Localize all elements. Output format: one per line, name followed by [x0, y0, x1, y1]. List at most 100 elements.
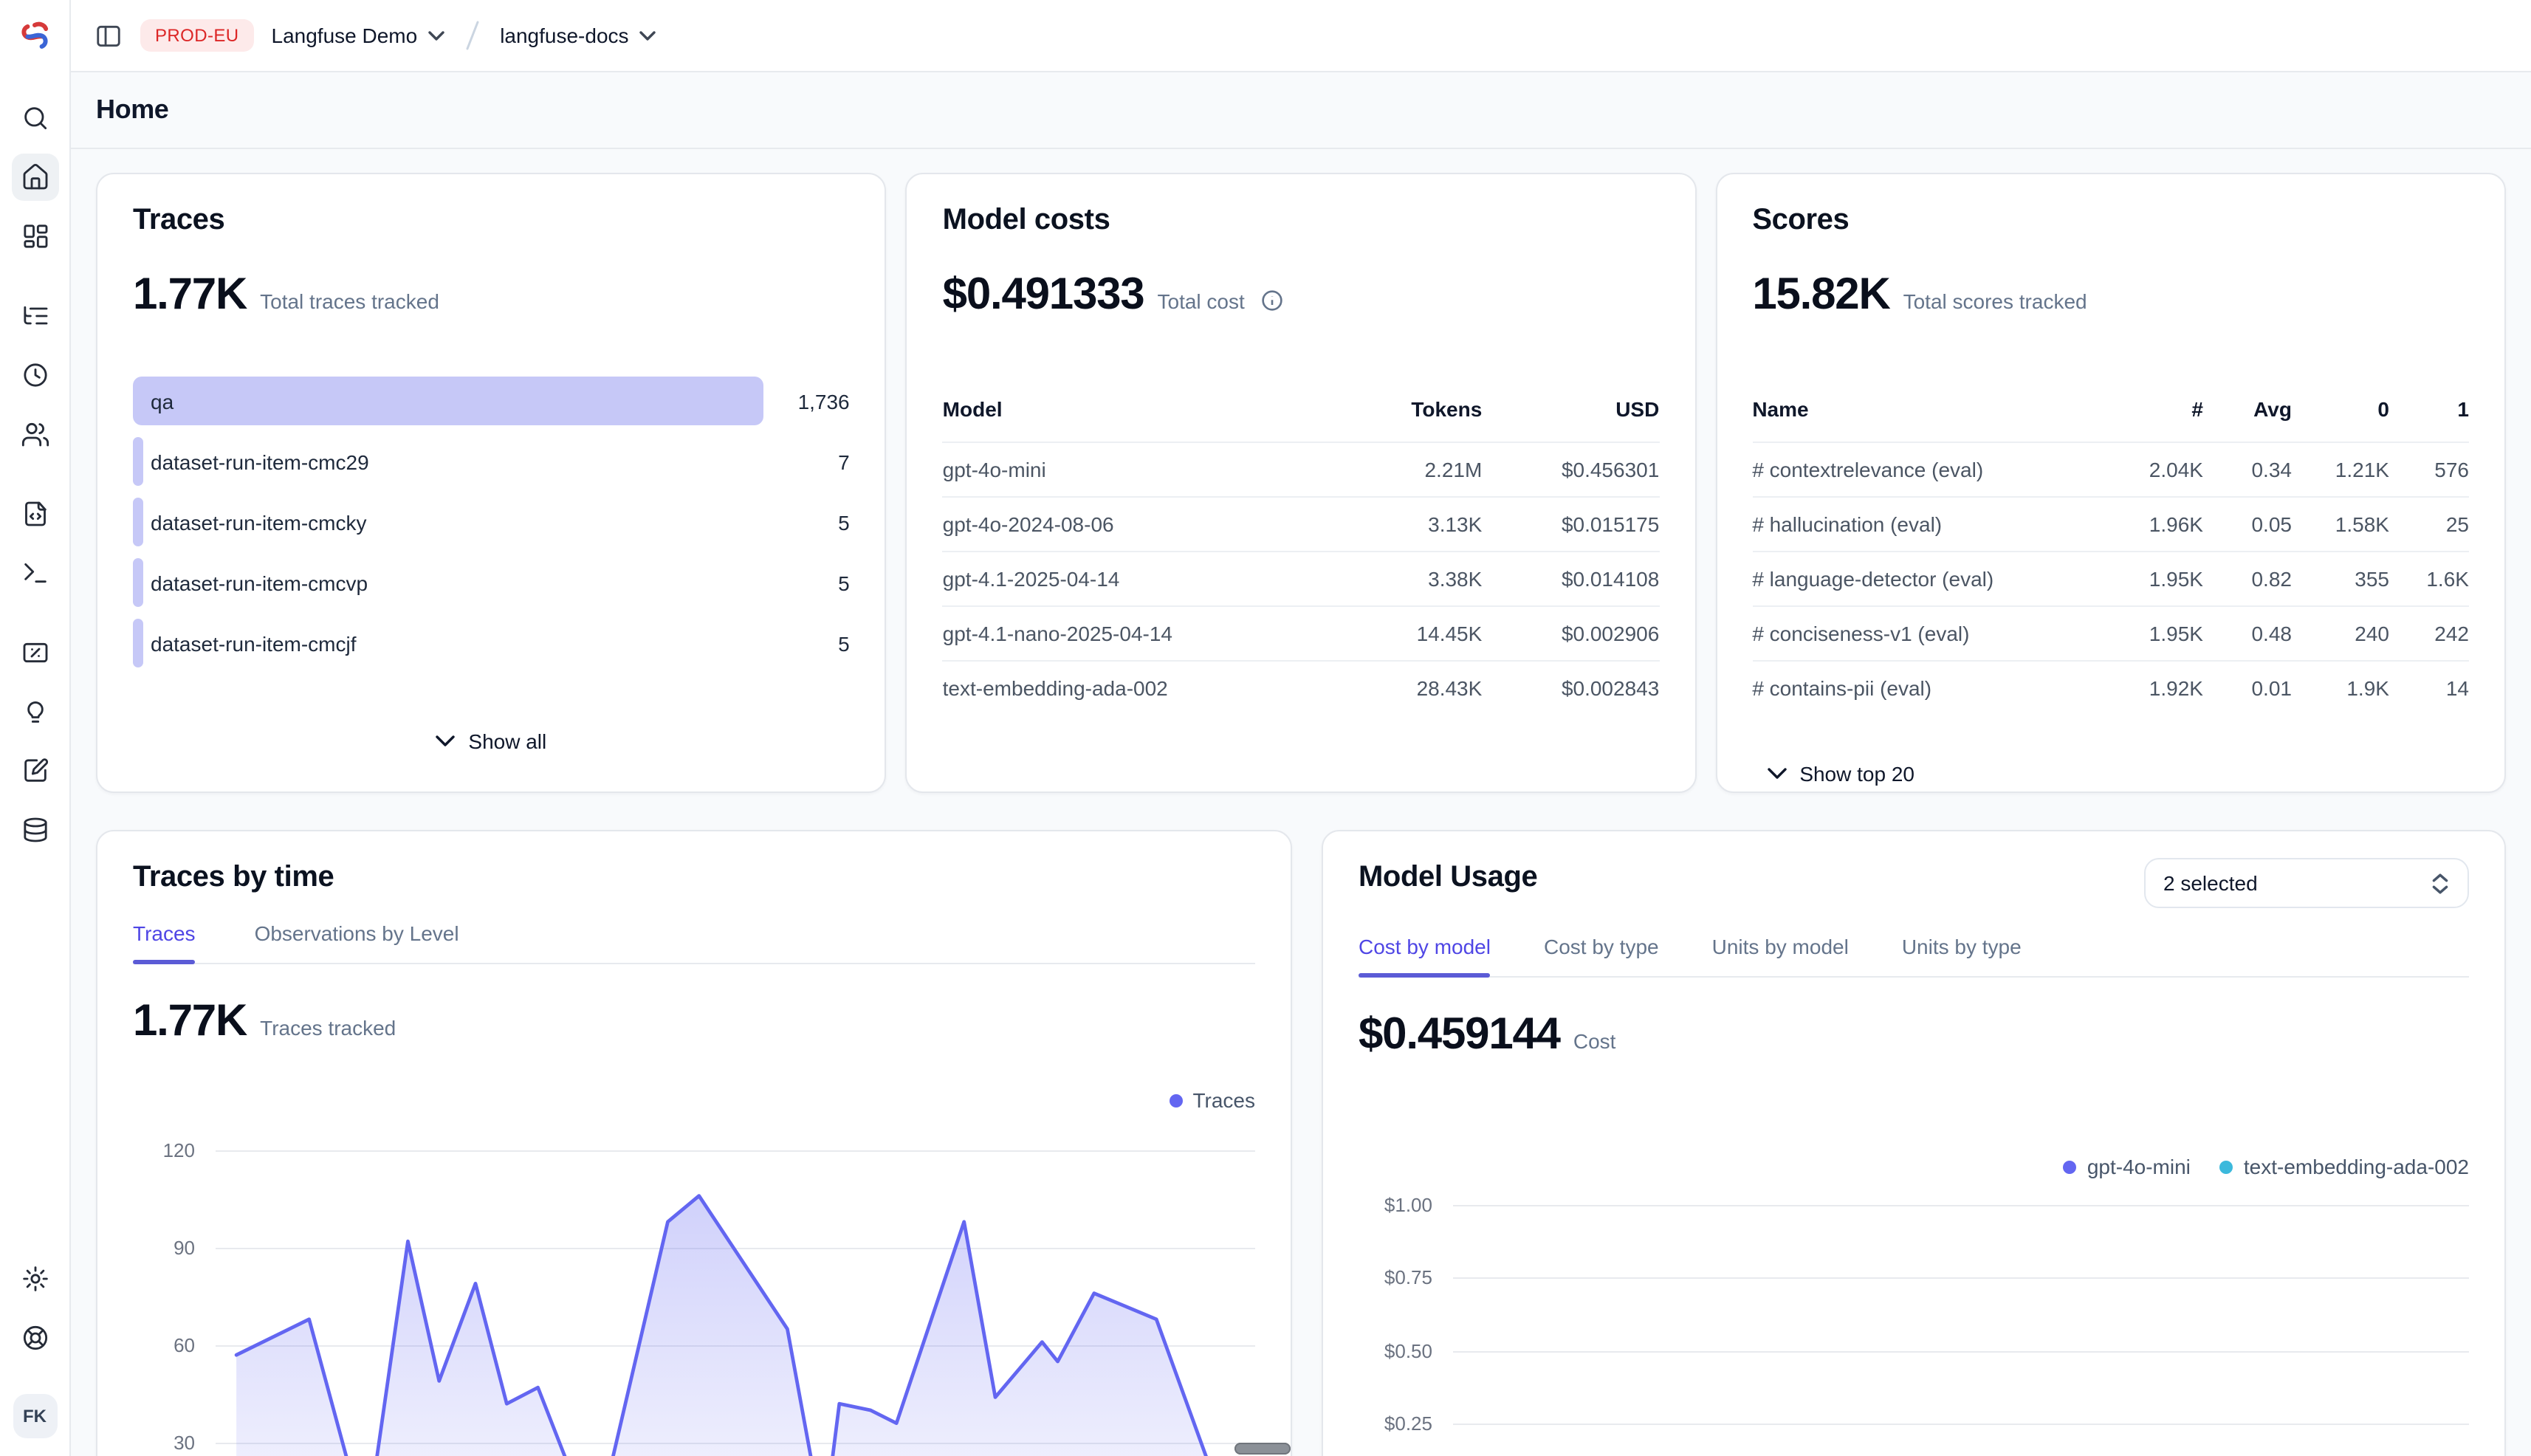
legend-dot-text-embedding	[2220, 1160, 2233, 1173]
sidebar-item-tracing[interactable]	[11, 292, 58, 340]
langfuse-logo-icon[interactable]	[11, 12, 58, 59]
horizontal-scrollbar-thumb[interactable]	[1234, 1443, 1291, 1455]
model-costs-card: Model costs $0.491333 Total cost Model T…	[906, 173, 1697, 793]
gear-icon	[20, 1264, 49, 1294]
scores-table: Name # Avg 0 1 # contextrelevance (eval)…	[1752, 397, 2469, 715]
trace-bar-label: dataset-run-item-cmcvp	[151, 571, 368, 594]
legend-label-gpt-4o-mini: gpt-4o-mini	[2087, 1155, 2191, 1178]
sidebar-item-datasets[interactable]	[11, 806, 58, 854]
table-row[interactable]: gpt-4o-2024-08-063.13K$0.015175	[943, 496, 1660, 551]
tab-cost-by-model[interactable]: Cost by model	[1359, 935, 1491, 976]
sidebar: FK	[0, 0, 71, 1456]
table-row[interactable]: # contains-pii (eval)1.92K0.011.9K14	[1752, 660, 2469, 715]
gridline	[1453, 1205, 2469, 1206]
trace-bar-row[interactable]: qa 1,736	[133, 377, 850, 425]
gridline	[1453, 1351, 2469, 1353]
file-code-icon	[20, 499, 49, 529]
trace-bar-row[interactable]: dataset-run-item-cmcky 5	[133, 498, 850, 546]
model-select[interactable]: 2 selected	[2144, 858, 2469, 908]
tab-observations-by-level[interactable]: Observations by Level	[255, 921, 459, 963]
y-tick-label: 90	[127, 1237, 195, 1259]
tab-traces[interactable]: Traces	[133, 921, 196, 963]
table-row[interactable]: # hallucination (eval)1.96K0.051.58K25	[1752, 496, 2469, 551]
show-all-label: Show all	[468, 729, 546, 753]
sidebar-item-support[interactable]	[11, 1314, 58, 1361]
y-tick-label: $0.25	[1364, 1412, 1432, 1435]
show-all-button[interactable]: Show all	[421, 721, 561, 762]
user-avatar[interactable]: FK	[13, 1394, 57, 1438]
sidebar-item-users[interactable]	[11, 411, 58, 458]
table-row[interactable]: gpt-4.1-2025-04-143.38K$0.014108	[943, 551, 1660, 605]
traces-total-value: 1.77K	[133, 270, 247, 320]
chevron-down-icon	[639, 30, 656, 41]
page-title: Home	[96, 95, 168, 126]
trace-bar	[133, 558, 143, 607]
sidebar-item-prompts[interactable]	[11, 490, 58, 538]
project-name: langfuse-docs	[500, 24, 628, 47]
tab-cost-by-type[interactable]: Cost by type	[1544, 935, 1659, 976]
gridline	[1453, 1424, 2469, 1425]
clock-icon	[20, 360, 49, 390]
sidebar-item-dashboards[interactable]	[11, 213, 58, 260]
traces-time-chart: Traces 120 90 60 30	[133, 1088, 1255, 1456]
gridline	[1453, 1277, 2469, 1279]
legend-dot-traces	[1169, 1093, 1182, 1107]
traces-tracked-value: 1.77K	[133, 997, 247, 1047]
table-row[interactable]: gpt-4o-mini2.21M$0.456301	[943, 442, 1660, 496]
table-row[interactable]: # contextrelevance (eval)2.04K0.341.21K5…	[1752, 442, 2469, 496]
table-row[interactable]: gpt-4.1-nano-2025-04-1414.45K$0.002906	[943, 605, 1660, 660]
trace-bar-label: qa	[151, 389, 174, 413]
chevron-down-icon	[427, 30, 444, 41]
scores-total-label: Total scores tracked	[1903, 289, 2087, 313]
usage-cost-label: Cost	[1573, 1029, 1616, 1053]
sidebar-item-home[interactable]	[11, 154, 58, 201]
users-icon	[20, 419, 49, 449]
sidebar-item-insights[interactable]	[11, 688, 58, 735]
top-bar: PROD-EU Langfuse Demo langfuse-docs	[71, 0, 2531, 72]
tab-units-by-type[interactable]: Units by type	[1902, 935, 2022, 976]
table-row[interactable]: # conciseness-v1 (eval)1.95K0.48240242	[1752, 605, 2469, 660]
org-switcher[interactable]: Langfuse Demo	[272, 24, 444, 47]
app-viewport: FK PROD-EU Langfuse Demo langfuse-docs H…	[0, 0, 2531, 1456]
percent-card-icon	[20, 638, 49, 667]
sidebar-item-settings[interactable]	[11, 1255, 58, 1302]
trace-bar-value: 1,736	[798, 389, 850, 413]
search-icon	[20, 103, 49, 133]
sidebar-toggle-button[interactable]	[95, 21, 123, 49]
dashboard-grid-icon	[20, 222, 49, 251]
table-row[interactable]: # language-detector (eval)1.95K0.823551.…	[1752, 551, 2469, 605]
show-top-20-button[interactable]: Show top 20	[1752, 753, 1929, 793]
traces-card: Traces 1.77K Total traces tracked qa 1,7…	[96, 173, 887, 793]
home-icon	[20, 162, 49, 192]
terminal-icon	[20, 558, 49, 588]
trace-bar-value: 5	[838, 631, 850, 655]
info-icon[interactable]	[1261, 289, 1283, 319]
legend-label-traces: Traces	[1192, 1088, 1255, 1112]
traces-area-chart-svg	[216, 1139, 1255, 1456]
sidebar-nav	[11, 95, 58, 886]
trace-bar-value: 7	[838, 450, 850, 473]
chevrons-up-down-icon	[2431, 872, 2450, 894]
legend-dot-gpt-4o-mini	[2064, 1160, 2077, 1173]
model-usage-plot: $1.00 $0.75 $0.50 $0.25	[1453, 1193, 2469, 1456]
tab-units-by-model[interactable]: Units by model	[1712, 935, 1849, 976]
trace-bar-label: dataset-run-item-cmc29	[151, 450, 369, 473]
trace-bar-row[interactable]: dataset-run-item-cmc29 7	[133, 437, 850, 486]
sidebar-item-annotation[interactable]	[11, 747, 58, 794]
panel-left-icon	[95, 21, 123, 49]
traces-time-plot: 120 90 60 30	[216, 1139, 1255, 1456]
trace-bar-label: dataset-run-item-cmcky	[151, 510, 367, 534]
trace-bar-row[interactable]: dataset-run-item-cmcvp 5	[133, 558, 850, 607]
sidebar-item-evaluation[interactable]	[11, 629, 58, 676]
sidebar-item-playground[interactable]	[11, 549, 58, 597]
list-tree-icon	[20, 301, 49, 331]
sidebar-item-sessions[interactable]	[11, 351, 58, 399]
project-switcher[interactable]: langfuse-docs	[500, 24, 655, 47]
y-tick-label: 30	[127, 1432, 195, 1454]
trace-bar	[133, 498, 143, 546]
total-cost-value: $0.491333	[943, 270, 1144, 320]
sidebar-item-search[interactable]	[11, 95, 58, 142]
trace-bar-row[interactable]: dataset-run-item-cmcjf 5	[133, 619, 850, 667]
table-row[interactable]: text-embedding-ada-00228.43K$0.002843	[943, 660, 1660, 715]
y-tick-label: $1.00	[1364, 1194, 1432, 1216]
